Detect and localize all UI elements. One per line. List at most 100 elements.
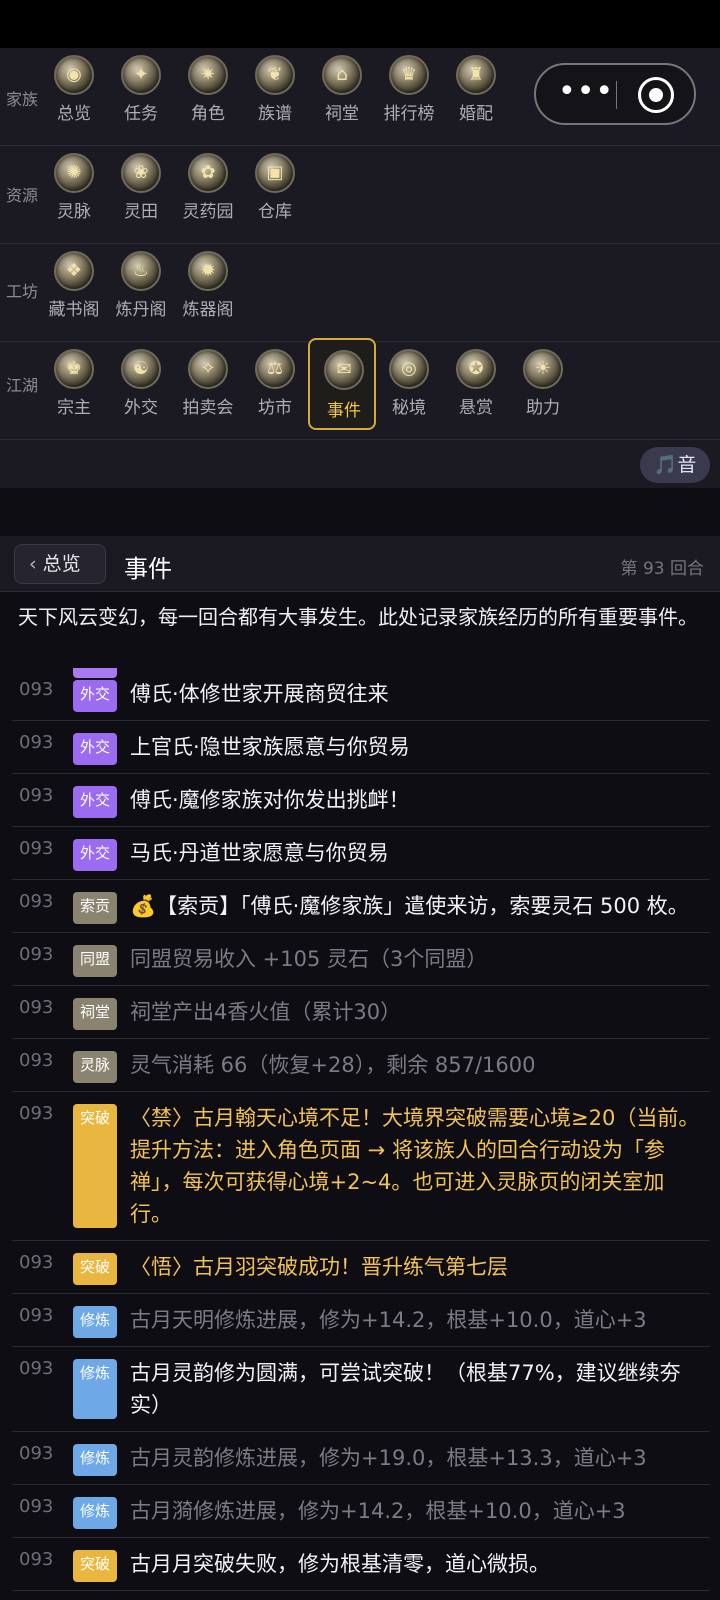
event-tag: 修炼 [73, 1497, 117, 1529]
nav-item-label: 宗主 [57, 398, 91, 418]
icon-glyph: ❦ [267, 64, 283, 85]
page-header: ‹ 总览 事件 第 93 回合 [0, 536, 720, 592]
genealogy-icon: ❦ [255, 55, 295, 95]
nav-item-label: 藏书阁 [48, 300, 100, 320]
nav-item-marriage[interactable]: ♜ 婚配 [442, 51, 510, 143]
icon-glyph: ☀ [534, 358, 552, 379]
event-tag: 外交 [73, 733, 117, 765]
nav-item-spirit-field[interactable]: ❀ 灵田 [107, 149, 175, 241]
spirit-field-icon: ❀ [121, 153, 161, 193]
nav-item-label: 任务 [124, 104, 158, 124]
event-list[interactable]: 093 外交 傅氏·体修世家开展商贸往来 093 外交 上官氏·隐世家族愿意与你贸易 093… [12, 668, 710, 1600]
nav-item-label: 坊市 [258, 398, 292, 418]
overview-icon: ◉ [54, 55, 94, 95]
nav-item-ranking[interactable]: ♛ 排行榜 [375, 51, 443, 143]
event-row: 093 突破 古月月突破失败，修为根基清零，道心微损。 [12, 1538, 710, 1591]
nav-item-bounty[interactable]: ✪ 悬赏 [442, 345, 510, 437]
event-tag: 修炼 [73, 1306, 117, 1338]
nav-row: 工坊 ❖ 藏书阁 ♨ 炼丹阁 ✹ 炼器阁 [0, 244, 720, 342]
event-round: 093 [19, 838, 54, 859]
event-tag: 外交 [73, 680, 117, 712]
icon-glyph: ❖ [65, 260, 83, 281]
diplomacy-icon: ☯ [121, 349, 161, 389]
nav-item-label: 仓库 [258, 202, 292, 222]
warehouse-icon: ▣ [255, 153, 295, 193]
icon-glyph: ♚ [65, 358, 83, 379]
nav-item-event[interactable]: ✉ 事件 [308, 338, 376, 430]
nav-item-secret-realm[interactable]: ◎ 秘境 [375, 345, 443, 437]
event-text: 傅氏·体修世家开展商贸往来 [130, 682, 389, 706]
event-text: 同盟贸易收入 +105 灵石（3个同盟） [130, 947, 488, 971]
nav-item-library[interactable]: ❖ 藏书阁 [40, 247, 108, 339]
icon-glyph: ✉ [336, 359, 352, 380]
nav-item-task[interactable]: ✦ 任务 [107, 51, 175, 143]
event-text: 古月漪修炼进展，修为+14.2，根基+10.0，道心+3 [130, 1499, 626, 1523]
event-icon: ✉ [324, 350, 364, 390]
event-round: 093 [19, 1305, 54, 1326]
nav-item-label: 婚配 [459, 104, 493, 124]
nav-item-market[interactable]: ⚖ 坊市 [241, 345, 309, 437]
event-round: 093 [19, 679, 54, 700]
event-text: 古月灵韵修为圆满，可尝试突破！（根基77%，建议继续夯实） [130, 1361, 681, 1417]
nav-item-herb-garden[interactable]: ✿ 灵药园 [174, 149, 242, 241]
event-tag: 修炼 [73, 1444, 117, 1476]
nav-item-assist[interactable]: ☀ 助力 [509, 345, 577, 437]
icon-glyph: ❀ [133, 162, 149, 183]
event-round: 093 [19, 1358, 54, 1379]
icon-glyph: ☯ [132, 358, 150, 379]
character-icon: ✷ [188, 55, 228, 95]
nav-row: 资源 ✺ 灵脉 ❀ 灵田 ✿ 灵药园 ▣ 仓库 [0, 146, 720, 244]
event-text: 灵气消耗 66（恢复+28），剩余 857/1600 [130, 1053, 536, 1077]
nav-item-label: 拍卖会 [182, 398, 234, 418]
nav-item-sect-master[interactable]: ♚ 宗主 [40, 345, 108, 437]
bounty-icon: ✪ [456, 349, 496, 389]
nav-item-warehouse[interactable]: ▣ 仓库 [241, 149, 309, 241]
event-row: 093 外交 马氏·丹道世家愿意与你贸易 [12, 827, 710, 880]
nav-item-character[interactable]: ✷ 角色 [174, 51, 242, 143]
event-row: 093 突破 〈悟〉古月羽突破成功！晋升练气第七层 [12, 1241, 710, 1294]
nav-item-forge[interactable]: ✹ 炼器阁 [174, 247, 242, 339]
event-text: 〈悟〉古月羽突破成功！晋升练气第七层 [130, 1255, 508, 1279]
nav-item-label: 角色 [191, 104, 225, 124]
event-round: 093 [19, 1252, 54, 1273]
icon-glyph: ◉ [66, 64, 82, 85]
event-round: 093 [19, 891, 54, 912]
library-icon: ❖ [54, 251, 94, 291]
icon-glyph: ⚖ [266, 358, 284, 379]
more-icon[interactable]: ••• [558, 77, 613, 107]
icon-glyph: ♛ [400, 64, 418, 85]
back-button[interactable]: ‹ 总览 [14, 544, 106, 584]
icon-glyph: ✪ [468, 358, 484, 379]
sound-toggle-button[interactable]: 🎵音 [640, 447, 710, 483]
event-text: 马氏·丹道世家愿意与你贸易 [130, 841, 389, 865]
close-target-icon[interactable] [638, 77, 674, 113]
status-bar [0, 0, 720, 48]
event-row: 093 修炼 古月灵韵修为圆满，可尝试突破！（根基77%，建议继续夯实） [12, 1347, 710, 1432]
nav-item-diplomacy[interactable]: ☯ 外交 [107, 345, 175, 437]
nav-item-alchemy[interactable]: ♨ 炼丹阁 [107, 247, 175, 339]
nav-item-auction[interactable]: ✧ 拍卖会 [174, 345, 242, 437]
event-text: 古月灵韵修炼进展，修为+19.0，根基+13.3，道心+3 [130, 1446, 647, 1470]
event-row: 093 同盟 同盟贸易收入 +105 灵石（3个同盟） [12, 933, 710, 986]
event-round: 093 [19, 785, 54, 806]
event-text: 古月天明修炼进展，修为+14.2，根基+10.0，道心+3 [130, 1308, 647, 1332]
event-round: 093 [19, 1496, 54, 1517]
assist-icon: ☀ [523, 349, 563, 389]
event-round: 093 [19, 997, 54, 1018]
nav-item-label: 秘境 [392, 398, 426, 418]
mini-program-capsule: ••• [534, 63, 696, 125]
forge-icon: ✹ [188, 251, 228, 291]
event-row: 093 索贡 💰【索贡】「傅氏·魔修家族」遣使来访，索要灵石 500 枚。 [12, 880, 710, 933]
nav-item-genealogy[interactable]: ❦ 族谱 [241, 51, 309, 143]
event-tag: 外交 [73, 839, 117, 871]
event-row: 093 修炼 古月天明修炼进展，修为+14.2，根基+10.0，道心+3 [12, 1294, 710, 1347]
event-text: 💰【索贡】「傅氏·魔修家族」遣使来访，索要灵石 500 枚。 [130, 894, 689, 918]
nav-item-label: 悬赏 [459, 398, 493, 418]
nav-item-spirit-vein[interactable]: ✺ 灵脉 [40, 149, 108, 241]
nav-item-overview[interactable]: ◉ 总览 [40, 51, 108, 143]
nav-item-label: 灵药园 [182, 202, 234, 222]
intro-text: 天下风云变幻，每一回合都有大事发生。此处记录家族经历的所有重要事件。 [18, 605, 698, 629]
nav-item-shrine[interactable]: ⌂ 祠堂 [308, 51, 376, 143]
nav-item-label: 灵脉 [57, 202, 91, 222]
event-round: 093 [19, 1050, 54, 1071]
